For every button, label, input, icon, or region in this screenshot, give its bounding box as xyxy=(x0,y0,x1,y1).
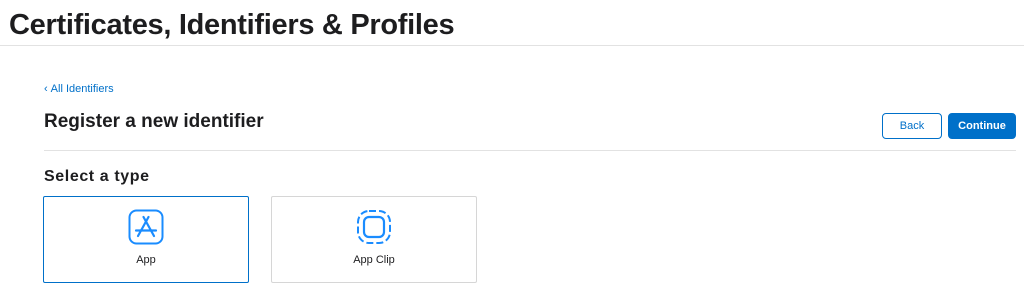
type-card-app-clip-label: App Clip xyxy=(353,254,395,266)
back-button[interactable]: Back xyxy=(882,113,942,139)
header-divider xyxy=(44,150,1016,151)
app-store-icon xyxy=(128,209,164,245)
select-type-heading: Select a type xyxy=(44,168,150,185)
type-card-app-clip[interactable]: App Clip xyxy=(271,196,477,283)
all-identifiers-label: All Identifiers xyxy=(50,83,114,95)
continue-button[interactable]: Continue xyxy=(948,113,1016,139)
chevron-left-icon: ‹ xyxy=(44,83,48,95)
register-identifier-heading: Register a new identifier xyxy=(44,111,264,132)
app-clip-icon xyxy=(357,210,391,244)
title-divider xyxy=(0,45,1024,46)
type-card-app[interactable]: App xyxy=(43,196,249,283)
type-card-app-label: App xyxy=(136,254,156,266)
page-title: Certificates, Identifiers & Profiles xyxy=(9,9,455,41)
all-identifiers-link[interactable]: ‹ All Identifiers xyxy=(44,83,114,95)
